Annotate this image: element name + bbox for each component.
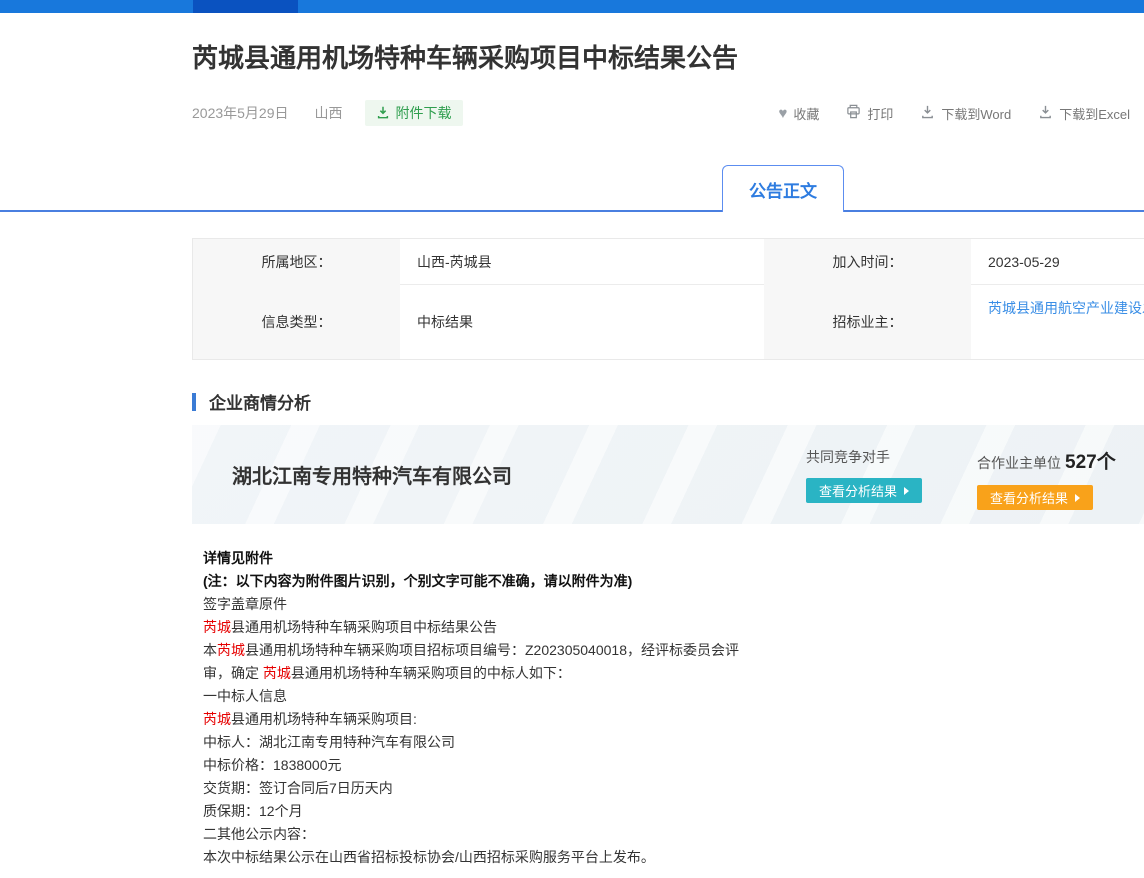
view-partners-button[interactable]: 查看分析结果 xyxy=(977,485,1093,510)
download-excel-label: 下载到Excel xyxy=(1059,104,1130,123)
article-line: 详情见附件 xyxy=(203,547,963,570)
article-line: 本次中标结果公示在山西省招标投标协会/山西招标采购服务平台上发布。 xyxy=(203,846,963,869)
tab-announcement-body[interactable]: 公告正文 xyxy=(722,165,844,212)
article-line: 质保期：12个月 xyxy=(203,800,963,823)
article-line: 中标人：湖北江南专用特种汽车有限公司 xyxy=(203,731,963,754)
article-line: 一中标人信息 xyxy=(203,685,963,708)
info-label-region: 所属地区： xyxy=(193,239,400,285)
print-button[interactable]: 打印 xyxy=(846,104,893,123)
info-value-owner: 芮城县通用航空产业建设发 xyxy=(971,285,1144,359)
attachment-download-label: 附件下载 xyxy=(396,103,452,123)
info-label-add-time: 加入时间： xyxy=(764,239,971,285)
info-label-type: 信息类型： xyxy=(193,285,400,359)
tab-underline xyxy=(0,210,1144,212)
company-analysis-card: 湖北江南专用特种汽车有限公司 共同竞争对手 查看分析结果 合作业主单位527个 … xyxy=(192,425,1144,524)
download-icon xyxy=(1038,104,1053,122)
article-line: 审，确定 芮城县通用机场特种车辆采购项目的中标人如下： xyxy=(203,662,963,685)
partners-label: 合作业主单位 xyxy=(977,455,1061,471)
article-line: 中标价格：1838000元 xyxy=(203,754,963,777)
article-line: 交货期：签订合同后7日历天内 xyxy=(203,777,963,800)
meta-row: 2023年5月29日 山西 附件下载 ♥ 收藏 打印 下载到Word xyxy=(192,98,1130,128)
top-nav-active-segment xyxy=(193,0,298,13)
article-line: 芮城县通用机场特种车辆采购项目: xyxy=(203,708,963,731)
article-line: 本芮城县通用机场特种车辆采购项目招标项目编号：Z202305040018，经评标… xyxy=(203,639,963,662)
article-body: 详情见附件(注：以下内容为附件图片识别，个别文字可能不准确，请以附件为准)签字盖… xyxy=(203,547,963,869)
heart-icon: ♥ xyxy=(778,106,787,121)
info-label-owner: 招标业主： xyxy=(764,285,971,359)
partners-count: 527个 xyxy=(1065,452,1116,473)
article-line: 芮城县通用机场特种车辆采购项目中标结果公告 xyxy=(203,616,963,639)
caret-right-icon xyxy=(904,487,909,495)
page-title: 芮城县通用机场特种车辆采购项目中标结果公告 xyxy=(192,38,738,75)
action-bar: ♥ 收藏 打印 下载到Word 下载到Excel xyxy=(778,104,1130,123)
info-value-type: 中标结果 xyxy=(400,285,764,359)
article-line: (注：以下内容为附件图片识别，个别文字可能不准确，请以附件为准) xyxy=(203,570,963,593)
section-title: 企业商情分析 xyxy=(209,389,311,414)
section-header: 企业商情分析 xyxy=(192,389,311,414)
info-value-add-time: 2023-05-29 xyxy=(971,239,1144,285)
download-icon xyxy=(920,104,935,122)
article-line: 二其他公示内容： xyxy=(203,823,963,846)
competitors-group: 共同竞争对手 查看分析结果 xyxy=(806,447,922,503)
company-name: 湖北江南专用特种汽车有限公司 xyxy=(232,425,512,524)
article-line: 签字盖章原件 xyxy=(203,593,963,616)
info-value-region: 山西-芮城县 xyxy=(400,239,764,285)
publish-date: 2023年5月29日 xyxy=(192,103,289,123)
download-word-button[interactable]: 下载到Word xyxy=(920,104,1011,123)
download-excel-button[interactable]: 下载到Excel xyxy=(1038,104,1130,123)
region-label: 山西 xyxy=(315,103,343,123)
printer-icon xyxy=(846,104,861,122)
info-table: 所属地区： 山西-芮城县 加入时间： 2023-05-29 信息类型： 中标结果… xyxy=(192,238,1144,360)
competitors-label: 共同竞争对手 xyxy=(806,447,922,467)
favorite-label: 收藏 xyxy=(793,104,819,123)
download-icon xyxy=(376,105,390,122)
top-nav-bar xyxy=(0,0,1144,13)
view-partners-label: 查看分析结果 xyxy=(990,488,1068,507)
download-word-label: 下载到Word xyxy=(941,104,1011,123)
partners-group: 合作业主单位527个 查看分析结果 xyxy=(977,447,1116,510)
attachment-download-button[interactable]: 附件下载 xyxy=(365,100,463,126)
view-competitors-label: 查看分析结果 xyxy=(819,481,897,500)
favorite-button[interactable]: ♥ 收藏 xyxy=(778,104,819,123)
caret-right-icon xyxy=(1075,494,1080,502)
print-label: 打印 xyxy=(867,104,893,123)
view-competitors-button[interactable]: 查看分析结果 xyxy=(806,478,922,503)
section-accent-bar xyxy=(192,393,196,411)
owner-link[interactable]: 芮城县通用航空产业建设发 xyxy=(988,298,1144,318)
